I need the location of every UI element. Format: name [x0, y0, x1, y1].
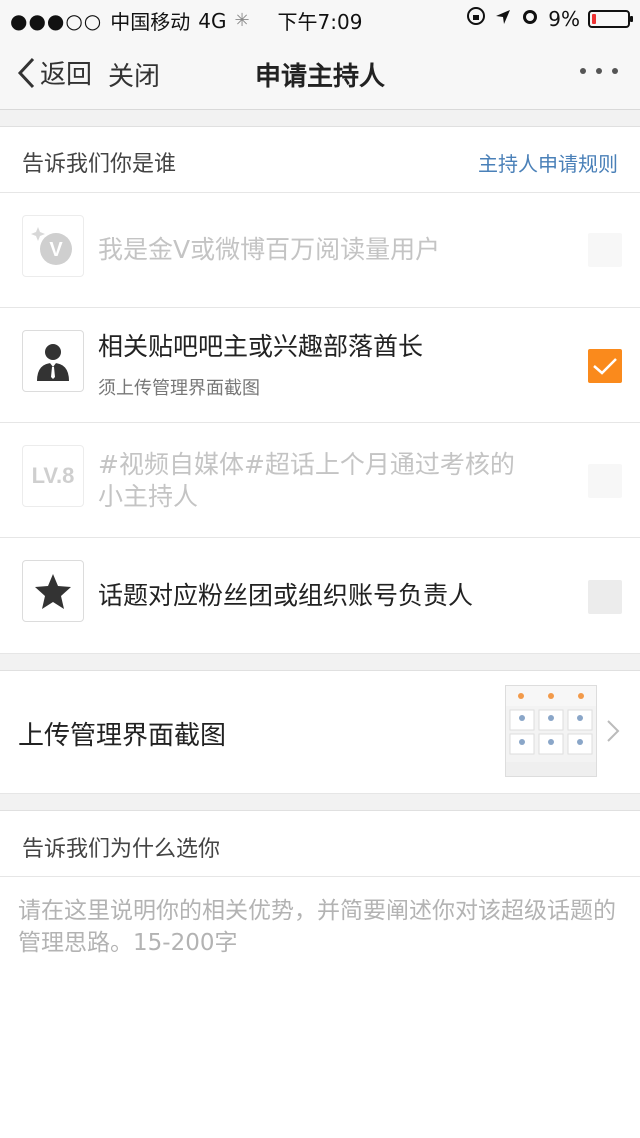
status-right: 9% — [466, 6, 633, 31]
option-checkbox — [588, 233, 622, 267]
more-options-icon[interactable] — [580, 68, 618, 74]
option-checkbox — [588, 464, 622, 498]
svg-text:V: V — [49, 239, 63, 261]
section-divider — [0, 110, 640, 127]
alarm-clock-icon — [520, 6, 540, 31]
who-section-label: 告诉我们你是谁 — [22, 152, 177, 177]
navigation-bar: 返回 关闭 申请主持人 — [0, 36, 640, 110]
option-text: 相关贴吧吧主或兴趣部落酋长 — [98, 332, 424, 361]
gold-v-badge-icon: V — [22, 215, 84, 277]
option-video-small-host: LV.8 #视频自媒体#超话上个月通过考核的 小主持人 — [0, 423, 640, 538]
why-section-label: 告诉我们为什么选你 — [22, 837, 221, 862]
host-rules-link[interactable]: 主持人申请规则 — [478, 148, 618, 177]
option-text: 我是金V或微博百万阅读量用户 — [98, 235, 441, 264]
option-text-line2: 小主持人 — [98, 482, 199, 511]
level-8-badge-icon: LV.8 — [22, 445, 84, 507]
chevron-right-icon — [607, 720, 620, 742]
rotation-lock-icon — [466, 6, 486, 31]
location-arrow-icon — [494, 7, 512, 31]
upload-screenshot-row[interactable]: 上传管理界面截图 — [0, 671, 640, 794]
reason-input[interactable] — [0, 877, 640, 1138]
battery-percent: 9% — [548, 6, 580, 31]
section-divider — [0, 654, 640, 671]
star-icon — [22, 560, 84, 622]
close-button[interactable]: 关闭 — [108, 56, 160, 93]
page-title: 申请主持人 — [254, 62, 385, 92]
option-text-line1: #视频自媒体#超话上个月通过考核的 — [98, 450, 515, 479]
screenshot-thumbnail[interactable] — [505, 685, 597, 777]
businessman-icon — [22, 330, 84, 392]
who-section-header: 告诉我们你是谁 主持人申请规则 — [0, 127, 640, 193]
option-gold-v-user: V 我是金V或微博百万阅读量用户 — [0, 193, 640, 308]
checkmark-icon — [593, 358, 617, 375]
why-section-header: 告诉我们为什么选你 — [0, 811, 640, 877]
upload-label: 上传管理界面截图 — [18, 721, 227, 751]
option-checkbox-checked[interactable] — [588, 349, 622, 383]
option-forum-moderator[interactable]: 相关贴吧吧主或兴趣部落酋长 须上传管理界面截图 — [0, 308, 640, 423]
status-bar: ●●●○○ 中国移动 4G ✳ 下午7:09 9% — [0, 0, 640, 36]
battery-icon — [588, 9, 633, 28]
option-fan-club-leader[interactable]: 话题对应粉丝团或组织账号负责人 — [0, 538, 640, 654]
chevron-left-icon — [17, 57, 35, 88]
option-checkbox[interactable] — [588, 580, 622, 614]
option-text: 话题对应粉丝团或组织账号负责人 — [98, 581, 474, 610]
level-badge-text: LV.8 — [31, 463, 75, 488]
back-button[interactable]: 返回 — [16, 54, 92, 91]
back-label: 返回 — [40, 60, 93, 90]
option-subtext: 须上传管理界面截图 — [98, 378, 260, 399]
section-divider — [0, 794, 640, 811]
